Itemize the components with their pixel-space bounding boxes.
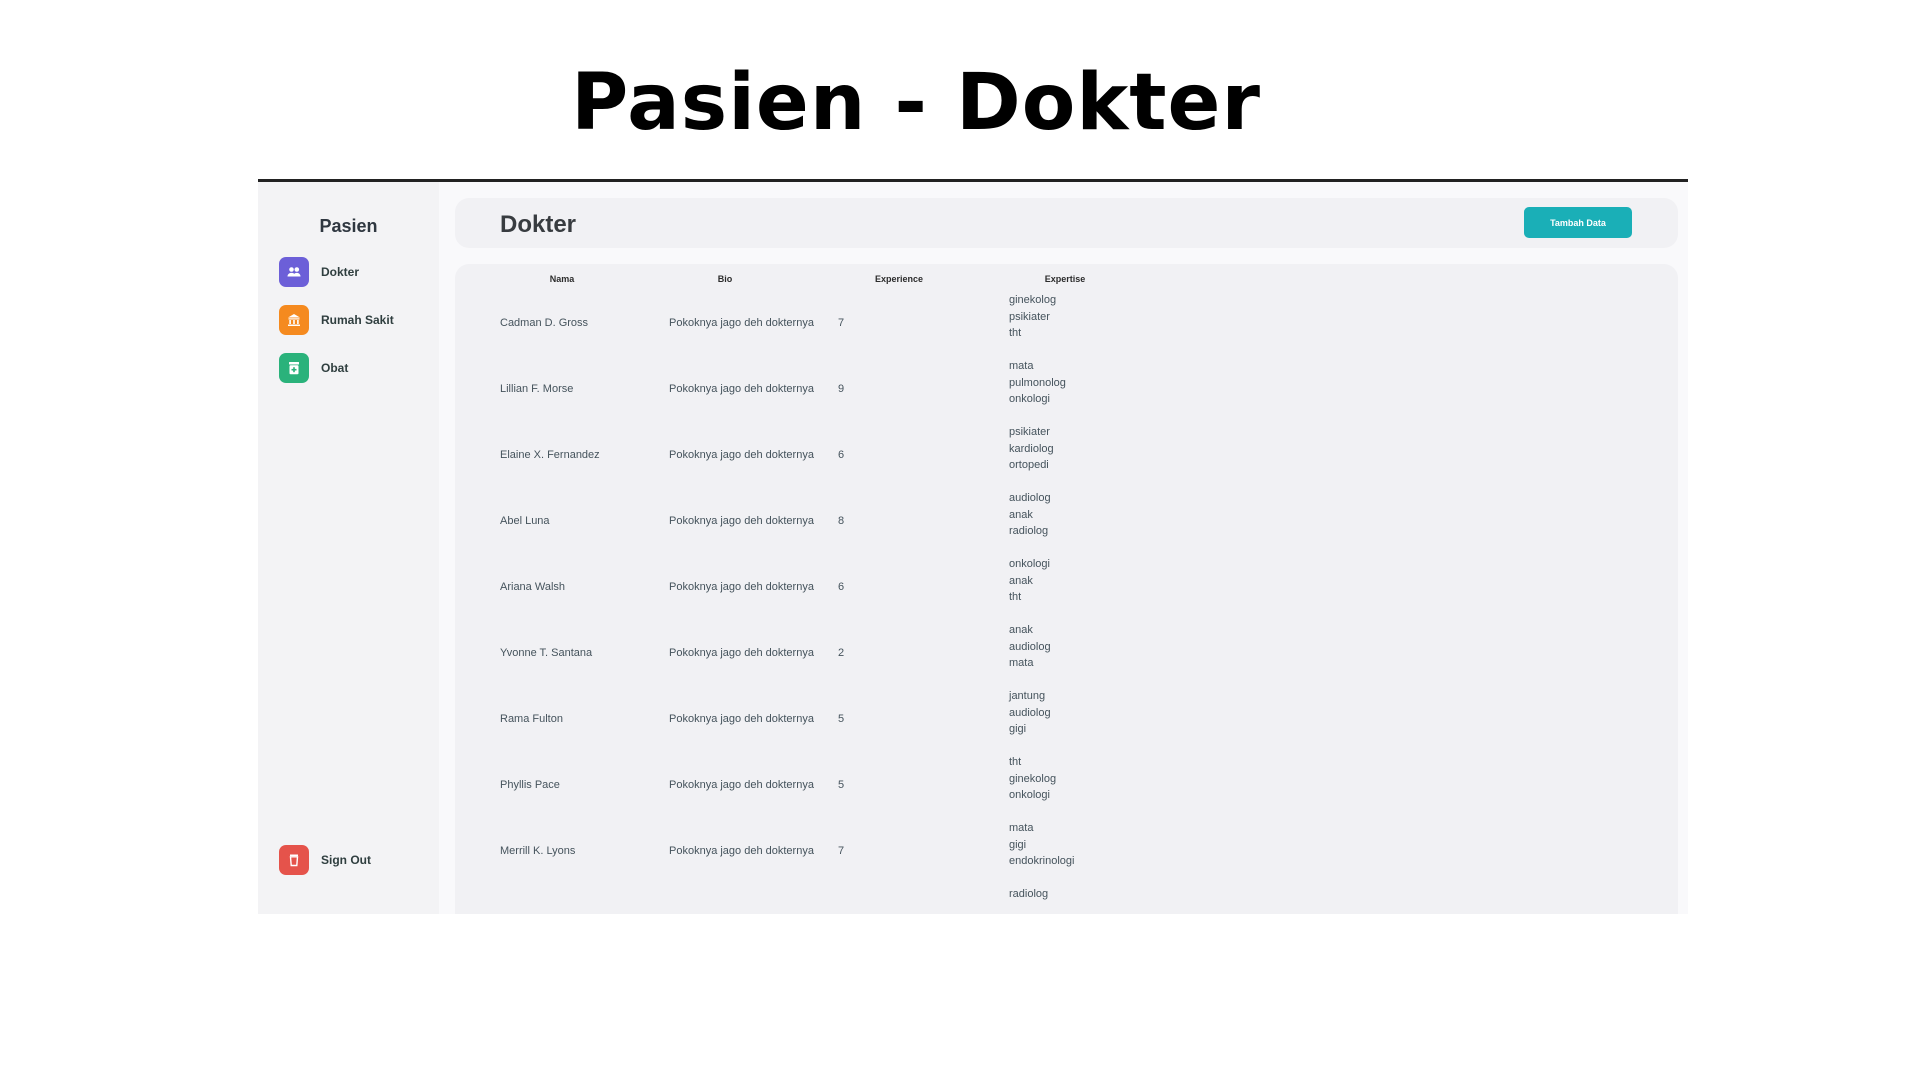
sign-out-button[interactable]: Sign Out [279, 845, 371, 875]
cell-nama: Yvonne T. Santana [500, 647, 593, 659]
expertise-item: endokrinologi [1009, 855, 1075, 868]
sidebar-item-label: Obat [321, 361, 349, 375]
table-row: Ariana Walsh Pokoknya jago deh dokternya… [455, 554, 1678, 620]
cell-bio: Pokoknya jago deh dokternya [669, 383, 814, 395]
expertise-item: psikiater [1009, 426, 1050, 438]
expertise-item: onkologi [1009, 393, 1050, 406]
table-row: Lillian F. Morse Pokoknya jago deh dokte… [455, 356, 1678, 422]
table-row: Rama Fulton Pokoknya jago deh dokternya … [455, 686, 1678, 752]
expertise-item: ginekolog [1009, 772, 1057, 785]
expertise-item: radiolog [1009, 888, 1049, 900]
expertise-item: anak [1009, 508, 1033, 521]
sign-out-label: Sign Out [321, 853, 371, 867]
column-header-bio: Bio [717, 274, 733, 284]
expertise-item: tht [1009, 591, 1022, 604]
cell-nama: Phyllis Pace [500, 779, 560, 791]
expertise-item: anak [1009, 574, 1033, 587]
expertise-item: audiolog [1009, 492, 1051, 504]
expertise-item: gigi [1009, 723, 1027, 736]
table-row: Yvonne T. Santana Pokoknya jago deh dokt… [455, 620, 1678, 686]
cell-nama: Ariana Walsh [500, 581, 566, 593]
cell-expertise: onkologi anak tht [1009, 556, 1050, 606]
expertise-item: audiolog [1009, 706, 1051, 719]
sidebar-title: Pasien [319, 216, 378, 236]
hospital-icon [279, 305, 309, 335]
cell-experience: 6 [838, 449, 845, 461]
cell-expertise: ginekolog psikiater tht [1009, 292, 1056, 342]
sidebar-item-label: Rumah Sakit [321, 313, 394, 327]
cell-nama: Elaine X. Fernandez [500, 449, 600, 461]
table-row: Phyllis Pace Pokoknya jago deh dokternya… [455, 752, 1678, 818]
cell-expertise: psikiater kardiolog ortopedi [1009, 424, 1054, 474]
cell-expertise: mata pulmonolog onkologi [1009, 358, 1066, 408]
add-data-button[interactable]: Tambah Data [1524, 207, 1632, 238]
cell-nama: Rama Fulton [500, 713, 563, 725]
cell-experience: 5 [838, 779, 845, 791]
cell-expertise: anak audiolog mata [1009, 622, 1051, 672]
cell-bio: Pokoknya jago deh dokternya [669, 647, 814, 659]
expertise-item: mata [1009, 360, 1034, 372]
cell-expertise: audiolog anak radiolog [1009, 490, 1051, 540]
cell-bio: Pokoknya jago deh dokternya [669, 515, 814, 527]
expertise-item: mata [1009, 822, 1034, 834]
cell-experience: 2 [838, 647, 845, 659]
doctor-table: Nama Bio Experience Expertise Cadman D. … [455, 264, 1678, 914]
cell-experience: 8 [838, 515, 845, 527]
page-title: Dokter [500, 211, 577, 238]
expertise-item: ortopedi [1009, 459, 1049, 472]
sidebar-item-label: Dokter [321, 265, 360, 279]
expertise-item: radiolog [1009, 525, 1049, 538]
cell-nama: Cadman D. Gross [500, 317, 589, 329]
cell-expertise: radiolog [1009, 886, 1048, 903]
column-header-nama: Nama [549, 274, 575, 284]
expertise-item: audiolog [1009, 640, 1051, 653]
cell-experience: 9 [838, 383, 845, 395]
table-row: Abel Luna Pokoknya jago deh dokternya 8 … [455, 488, 1678, 554]
slide-title: Pasien - Dokter [571, 58, 1261, 148]
cell-expertise: tht ginekolog onkologi [1009, 754, 1056, 804]
expertise-item: mata [1009, 657, 1034, 670]
users-icon [279, 257, 309, 287]
expertise-item: pulmonolog [1009, 376, 1066, 389]
cell-expertise: jantung audiolog gigi [1009, 688, 1051, 738]
sidebar-item-rumah-sakit[interactable]: Rumah Sakit [279, 305, 394, 335]
trash-icon [279, 845, 309, 875]
sidebar-item-obat[interactable]: Obat [279, 353, 348, 383]
page-header: Dokter Tambah Data [455, 198, 1678, 248]
cell-bio: Pokoknya jago deh dokternya [669, 845, 814, 857]
table-row: Merrill K. Lyons Pokoknya jago deh dokte… [455, 818, 1678, 884]
cell-bio: Pokoknya jago deh dokternya [669, 713, 814, 725]
cell-experience: 6 [838, 581, 845, 593]
cell-bio: Pokoknya jago deh dokternya [669, 779, 814, 791]
expertise-item: tht [1009, 327, 1022, 340]
cell-bio: Pokoknya jago deh dokternya [669, 581, 814, 593]
cell-experience: 7 [838, 317, 845, 329]
table-row: radiolog [455, 884, 1678, 914]
medicine-icon [279, 353, 309, 383]
table-row: Elaine X. Fernandez Pokoknya jago deh do… [455, 422, 1678, 488]
table-row: Cadman D. Gross Pokoknya jago deh dokter… [455, 290, 1678, 356]
expertise-item: jantung [1009, 690, 1046, 702]
cell-nama: Abel Luna [500, 515, 550, 527]
expertise-item: anak [1009, 624, 1033, 636]
cell-bio: Pokoknya jago deh dokternya [669, 449, 814, 461]
column-header-expertise: Expertise [1044, 274, 1086, 284]
cell-nama: Merrill K. Lyons [500, 845, 576, 857]
cell-bio: Pokoknya jago deh dokternya [669, 317, 814, 329]
sidebar: Pasien Dokter Rumah Sakit Obat Sign Out [258, 182, 439, 914]
expertise-item: kardiolog [1009, 442, 1054, 455]
expertise-item: tht [1009, 756, 1022, 768]
cell-nama: Lillian F. Morse [500, 383, 574, 395]
sidebar-item-dokter[interactable]: Dokter [279, 257, 359, 287]
expertise-item: onkologi [1009, 789, 1050, 802]
cell-expertise: mata gigi endokrinologi [1009, 820, 1074, 870]
cell-experience: 7 [838, 845, 845, 857]
expertise-item: gigi [1009, 838, 1027, 851]
expertise-item: ginekolog [1009, 294, 1057, 306]
column-header-experience: Experience [874, 274, 924, 284]
expertise-item: onkologi [1009, 558, 1050, 570]
cell-experience: 5 [838, 713, 845, 725]
expertise-item: psikiater [1009, 310, 1050, 323]
app-screenshot: Pasien Dokter Rumah Sakit Obat Sign Out … [258, 182, 1688, 914]
